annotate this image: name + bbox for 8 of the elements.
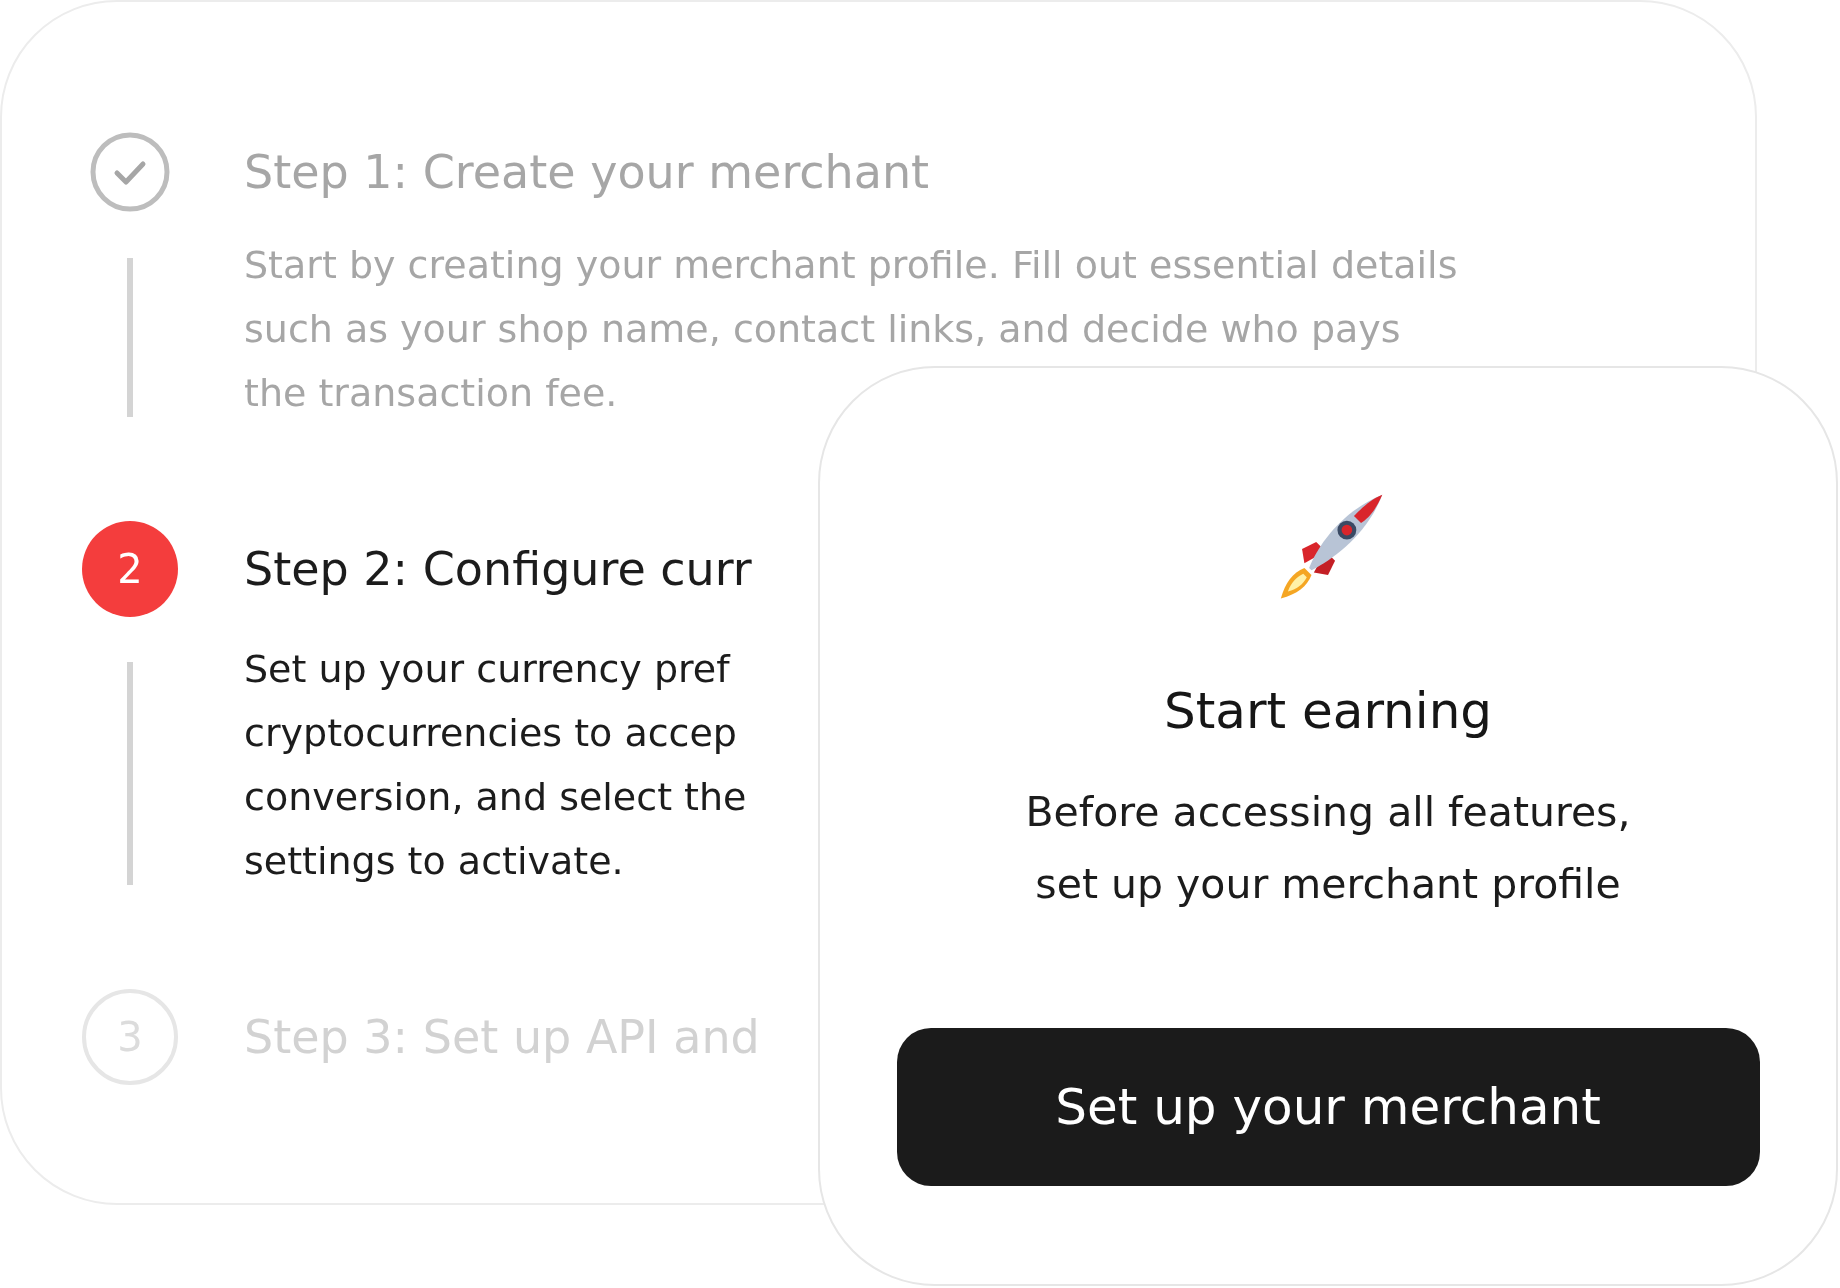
step-description: Set up your currency pref cryptocurrencies to accep conversion, and select the settings to activate. [244,646,747,885]
step-description: Start by creating your merchant profile. Fill out essential details such as your shop name, contact links, and decide who pays the transaction fee. [244,242,1458,417]
step-title: Step 1: Create your merchant [244,144,930,201]
dialog-title: Start earning [1163,682,1493,740]
step-title: Step 2: Configure curr [244,541,752,598]
setup-merchant-button[interactable]: Set up your merchant [896,1028,1760,1186]
step-number: 2 [82,521,178,617]
dialog-message: Before accessing all features, set up your merchant profile [1025,787,1631,910]
